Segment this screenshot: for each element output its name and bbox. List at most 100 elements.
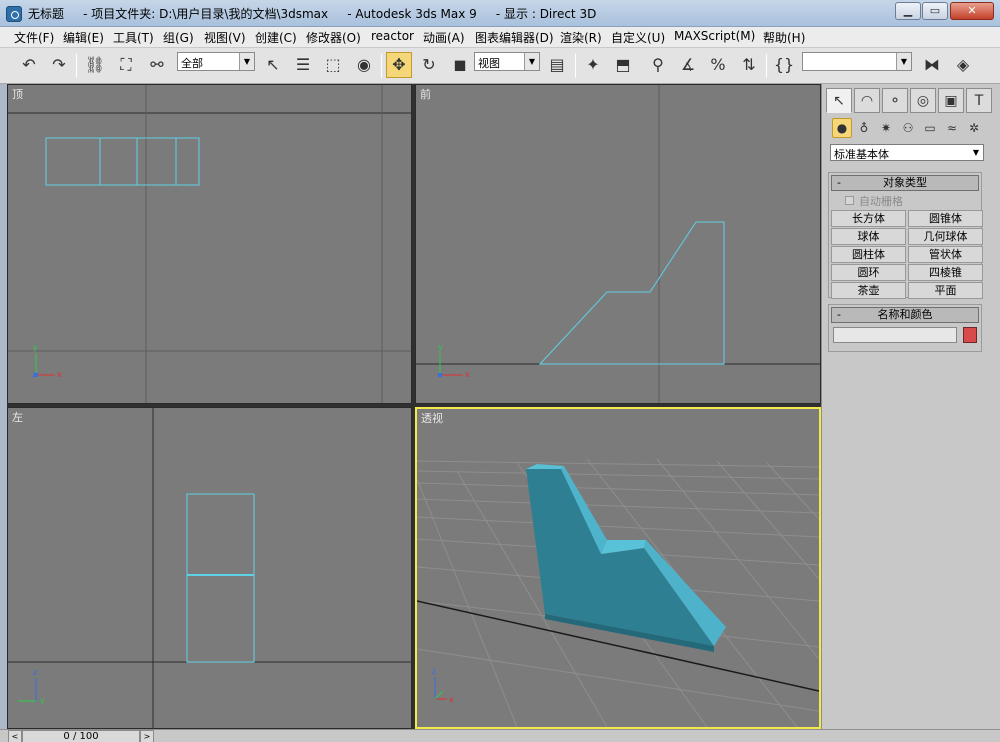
select-object-icon[interactable]: ↖ [260,52,286,78]
pyramid-button[interactable]: 四棱锥 [908,264,983,281]
named-selection-dropdown[interactable]: ▼ [802,52,912,71]
object-type-header[interactable]: - 对象类型 [831,175,979,191]
snaps-toggle-icon[interactable]: ⚲ [645,52,671,78]
undo-icon[interactable]: ↶ [16,52,42,78]
hierarchy-tab-icon[interactable]: ⚬ [882,88,908,113]
space-warps-icon[interactable]: ≈ [942,118,962,138]
select-by-name-icon[interactable]: ☰ [290,52,316,78]
collapse-icon: - [837,176,841,189]
create-tab-icon[interactable]: ↖ [826,88,852,113]
axis-z-label: z [32,370,36,379]
menu-file[interactable]: 文件(F) [14,29,54,46]
teapot-button[interactable]: 茶壶 [831,282,906,299]
menu-maxscript[interactable]: MAXScript(M) [674,29,755,43]
box-button[interactable]: 长方体 [831,210,906,227]
reference-coordinate-dropdown[interactable]: 视图 ▼ [474,52,540,71]
mirror-icon[interactable]: ⧓ [919,52,945,78]
app-icon[interactable] [6,6,22,22]
menu-animation[interactable]: 动画(A) [423,29,465,46]
geometry-icon[interactable]: ● [832,118,852,138]
viewport-perspective[interactable]: z x 透视 [415,407,821,729]
torus-button[interactable]: 圆环 [831,264,906,281]
viewport-left[interactable]: z y 左 [7,407,412,729]
front-view-wireframe[interactable] [538,221,725,365]
axis-z-label: z [432,667,436,676]
menu-reactor[interactable]: reactor [371,29,414,43]
window-crossing-icon[interactable]: ◉ [351,52,377,78]
spinner-snap-icon[interactable]: ⇅ [736,52,762,78]
viewport-label-left[interactable]: 左 [12,409,23,425]
menu-group[interactable]: 组(G) [163,29,194,46]
select-and-manipulate-icon[interactable]: ✦ [580,52,606,78]
select-and-link-icon[interactable]: ⛓ [82,52,108,78]
menu-tools[interactable]: 工具(T) [113,29,154,46]
perspective-object[interactable] [526,464,726,652]
lights-icon[interactable]: ✷ [876,118,896,138]
select-and-rotate-icon[interactable]: ↻ [416,52,442,78]
angle-snap-icon[interactable]: ∡ [675,52,701,78]
reference-coordinate-value: 视图 [478,57,500,70]
percent-snap-icon[interactable]: % [705,52,731,78]
menu-create[interactable]: 创建(C) [255,29,297,46]
viewport-area: y x z 顶 y x 前 z y 左 z x 透视 [7,84,821,729]
shapes-icon[interactable]: ♁ [854,118,874,138]
menu-edit[interactable]: 编辑(E) [63,29,104,46]
minimize-button[interactable]: ▁ [895,2,921,20]
utilities-tab-icon[interactable]: T [966,88,992,113]
keyboard-shortcut-override-icon[interactable]: ⬒ [610,52,636,78]
menu-help[interactable]: 帮助(H) [763,29,805,46]
primitive-category-dropdown[interactable]: 标准基本体 ▼ [830,144,984,161]
axis-gizmo: y x [438,343,470,379]
helpers-icon[interactable]: ▭ [920,118,940,138]
select-and-scale-icon[interactable]: ◼ [447,52,473,78]
top-view-wireframe[interactable] [45,137,200,186]
rectangular-selection-icon[interactable]: ⬚ [320,52,346,78]
time-slider[interactable]: 0 / 100 [22,730,140,742]
name-color-header[interactable]: - 名称和颜色 [831,307,979,323]
align-icon[interactable]: ◈ [950,52,976,78]
viewport-label-top[interactable]: 顶 [12,86,23,102]
modify-tab-icon[interactable]: ◠ [854,88,880,113]
sphere-button[interactable]: 球体 [831,228,906,245]
bind-to-space-warp-icon[interactable]: ⚯ [144,52,170,78]
menu-modifiers[interactable]: 修改器(O) [306,29,361,46]
redo-icon[interactable]: ↷ [46,52,72,78]
maximize-button[interactable]: ▭ [922,2,948,20]
left-viewport-canvas: z y [8,408,411,728]
command-panel: ↖ ◠ ⚬ ◎ ▣ T ● ♁ ✷ ⚇ ▭ ≈ ✲ 标准基本体 ▼ - 对象类型 [821,84,1000,729]
command-panel-tabs: ↖ ◠ ⚬ ◎ ▣ T [826,88,996,114]
menu-rendering[interactable]: 渲染(R) [560,29,602,46]
edit-named-selection-icon[interactable]: {} [771,52,797,78]
selection-filter-dropdown[interactable]: 全部 ▼ [177,52,255,71]
viewport-label-front[interactable]: 前 [420,86,431,102]
menu-customize[interactable]: 自定义(U) [611,29,665,46]
autogrid-checkbox[interactable]: 自动栅格 [829,193,981,208]
viewport-label-perspective[interactable]: 透视 [421,410,443,426]
next-frame-icon[interactable]: > [140,730,154,742]
menu-graph-editors[interactable]: 图表编辑器(D) [475,29,554,46]
tube-button[interactable]: 管状体 [908,246,983,263]
object-name-field[interactable] [833,327,957,343]
menu-views[interactable]: 视图(V) [204,29,246,46]
left-view-wireframe[interactable] [186,493,255,663]
use-pivot-center-icon[interactable]: ▤ [544,52,570,78]
frame-counter: 0 / 100 [63,731,99,742]
chevron-down-icon: ▼ [239,53,254,70]
plane-button[interactable]: 平面 [908,282,983,299]
prev-frame-icon[interactable]: < [8,730,22,742]
cone-button[interactable]: 圆锥体 [908,210,983,227]
systems-icon[interactable]: ✲ [964,118,984,138]
close-button[interactable]: ✕ [950,2,994,20]
viewport-top[interactable]: y x z 顶 [7,84,412,404]
select-and-move-icon[interactable]: ✥ [386,52,412,78]
geosphere-button[interactable]: 几何球体 [908,228,983,245]
unlink-selection-icon[interactable]: ⛶ [113,52,139,78]
display-tab-icon[interactable]: ▣ [938,88,964,113]
cylinder-button[interactable]: 圆柱体 [831,246,906,263]
perspective-viewport-canvas: z x [417,458,819,727]
cameras-icon[interactable]: ⚇ [898,118,918,138]
viewport-front[interactable]: y x 前 [415,84,821,404]
object-color-swatch[interactable] [963,327,977,343]
axis-x-label: x [449,695,454,704]
motion-tab-icon[interactable]: ◎ [910,88,936,113]
